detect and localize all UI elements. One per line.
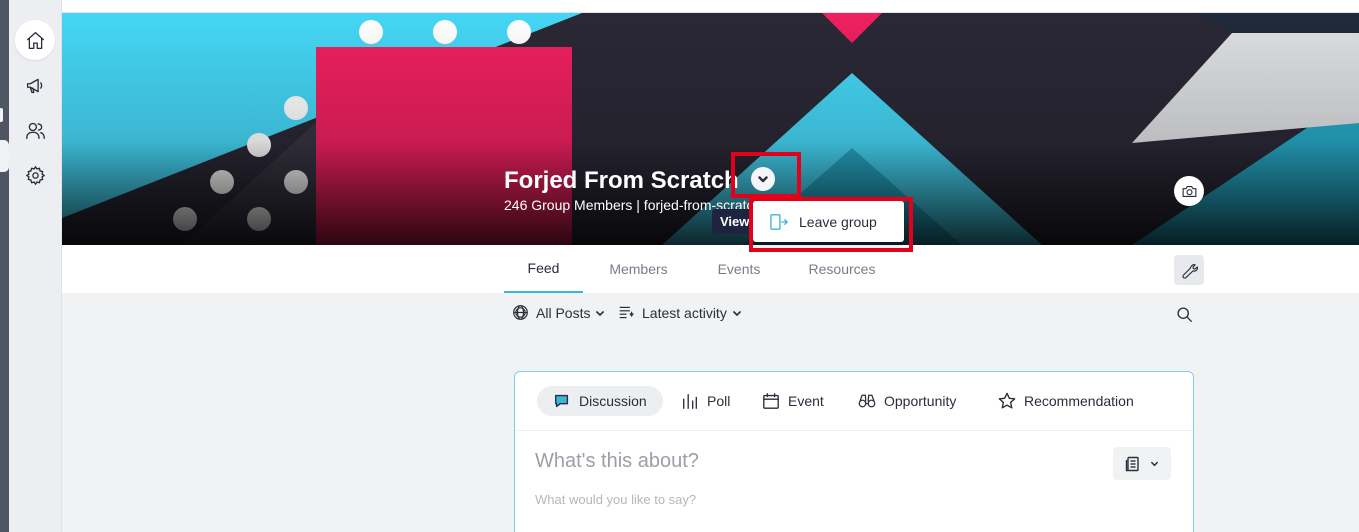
search-icon (1176, 306, 1192, 322)
post-type-poll[interactable]: Poll (681, 386, 730, 416)
post-type-label: Event (788, 393, 824, 409)
bar-chart-icon (683, 394, 697, 409)
camera-icon (1182, 185, 1196, 197)
group-title: Forjed From Scratch (504, 167, 739, 194)
group-tab-bar: Feed Members Events Resources (62, 245, 1359, 293)
wrench-icon (1181, 263, 1198, 279)
edge-marker (0, 108, 3, 122)
chevron-down-icon (1150, 461, 1159, 467)
highlight-box-leave (749, 197, 913, 252)
post-type-recommendation[interactable]: Recommendation (998, 386, 1134, 416)
post-type-label: Opportunity (884, 393, 957, 409)
feed-filter-bar: All Posts Latest activity (62, 296, 1359, 334)
tab-label: Members (609, 261, 668, 277)
sort-label: Latest activity (642, 304, 727, 321)
post-type-selector: Discussion Poll Event Opportunity Recomm… (515, 372, 1193, 431)
post-type-discussion[interactable]: Discussion (537, 386, 663, 416)
tab-label: Events (717, 261, 761, 277)
top-divider (62, 0, 1359, 13)
gear-icon (25, 165, 45, 185)
highlight-box-options (731, 152, 801, 198)
feed-search-button[interactable] (1169, 299, 1199, 329)
post-scope-dropdown[interactable]: All Posts (512, 304, 605, 321)
post-body-input[interactable] (535, 492, 1075, 507)
window-edge-strip (0, 0, 9, 532)
tab-events[interactable]: Events (703, 245, 775, 293)
globe-icon (513, 305, 528, 320)
post-scope-label: All Posts (536, 304, 591, 321)
sort-list-icon (619, 306, 634, 319)
post-title-input[interactable] (535, 450, 1075, 473)
tab-label: Feed (527, 260, 560, 276)
change-cover-button[interactable] (1174, 176, 1204, 206)
calendar-icon (763, 393, 779, 409)
tab-label: Resources (808, 261, 876, 277)
chevron-down-icon (596, 310, 605, 316)
settings-nav-button[interactable] (15, 155, 55, 195)
chat-bubble-icon (555, 394, 569, 408)
post-format-dropdown[interactable] (1113, 447, 1171, 480)
announcements-nav-button[interactable] (15, 65, 55, 105)
tab-feed[interactable]: Feed (504, 245, 583, 293)
post-type-opportunity[interactable]: Opportunity (858, 386, 956, 416)
megaphone-icon (26, 78, 42, 93)
tab-resources[interactable]: Resources (794, 245, 890, 293)
app-sidebar (9, 0, 62, 532)
binoculars-icon (858, 394, 876, 408)
post-composer: Discussion Poll Event Opportunity Recomm… (514, 371, 1194, 532)
group-admin-tools-button[interactable] (1174, 255, 1204, 285)
sort-dropdown[interactable]: Latest activity (618, 304, 742, 321)
post-type-label: Discussion (579, 393, 647, 409)
star-icon (998, 392, 1016, 409)
tab-members[interactable]: Members (594, 245, 683, 293)
post-type-label: Recommendation (1024, 393, 1134, 409)
document-icon (1125, 456, 1139, 471)
chevron-down-icon (732, 310, 741, 316)
home-icon (26, 31, 44, 49)
group-cover-banner: Forjed From Scratch 246 Group Members | … (62, 13, 1359, 245)
edge-tab (0, 140, 9, 172)
groups-nav-button[interactable] (15, 110, 55, 150)
post-type-event[interactable]: Event (762, 386, 824, 416)
users-icon (25, 122, 45, 139)
home-nav-button[interactable] (15, 20, 55, 60)
post-type-label: Poll (707, 393, 731, 409)
